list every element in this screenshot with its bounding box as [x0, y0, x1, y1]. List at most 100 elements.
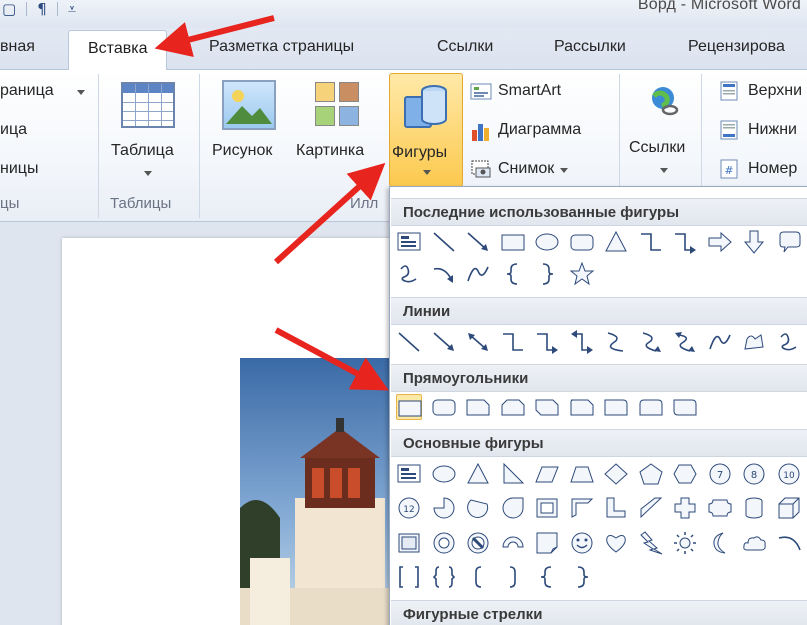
- lbrace-shape-icon[interactable]: [500, 261, 526, 287]
- r_sniprnd-shape-icon[interactable]: [569, 394, 595, 420]
- cube-shape-icon[interactable]: [776, 495, 802, 521]
- diagstripe-shape-icon[interactable]: [638, 495, 664, 521]
- footer-button[interactable]: Нижни: [720, 120, 797, 140]
- r_rnddiag-shape-icon[interactable]: [672, 394, 698, 420]
- smartart-button[interactable]: SmartArt: [470, 81, 561, 101]
- rect-shape-icon[interactable]: [396, 394, 422, 420]
- lshape-shape-icon[interactable]: [603, 495, 629, 521]
- tab-mailings[interactable]: Рассылки: [554, 38, 626, 56]
- scribble-shape-icon[interactable]: [776, 329, 802, 355]
- textbox-shape-icon[interactable]: [396, 461, 422, 487]
- dblbracket-shape-icon[interactable]: [396, 564, 422, 590]
- lighthouse-photo[interactable]: [240, 358, 400, 625]
- roundrect-shape-icon[interactable]: [569, 229, 595, 255]
- triangle-shape-icon[interactable]: [465, 461, 491, 487]
- table-button[interactable]: Таблица: [111, 142, 174, 160]
- cloud-shape-icon[interactable]: [741, 530, 767, 556]
- clipart-button[interactable]: Картинка: [296, 142, 364, 160]
- halfframe-shape-icon[interactable]: [569, 495, 595, 521]
- lbracket-shape-icon[interactable]: [465, 564, 491, 590]
- shapes-button[interactable]: Фигуры: [389, 73, 463, 187]
- moon-shape-icon[interactable]: [707, 530, 733, 556]
- hept-shape-icon[interactable]: 7: [707, 461, 733, 487]
- elbowarrow-shape-icon[interactable]: [534, 329, 560, 355]
- plus-shape-icon[interactable]: [672, 495, 698, 521]
- picture-button[interactable]: Рисунок: [212, 142, 272, 160]
- dec-shape-icon[interactable]: 10: [776, 461, 802, 487]
- ellipse-shape-icon[interactable]: [534, 229, 560, 255]
- rect-shape-icon[interactable]: [500, 229, 526, 255]
- lightning-shape-icon[interactable]: [638, 530, 664, 556]
- page-number-button[interactable]: # Номер: [720, 159, 797, 179]
- ribbon-cover-page[interactable]: раница: [0, 82, 54, 100]
- rarrow-shape-icon[interactable]: [707, 229, 733, 255]
- line-shape-icon[interactable]: [396, 329, 422, 355]
- curveconn-shape-icon[interactable]: [603, 329, 629, 355]
- tab-insert[interactable]: Вставка: [68, 30, 168, 71]
- elbow-shape-icon[interactable]: [500, 329, 526, 355]
- parallelogram-shape-icon[interactable]: [534, 461, 560, 487]
- plaque-shape-icon[interactable]: [707, 495, 733, 521]
- darrow-shape-icon[interactable]: [741, 229, 767, 255]
- curve-shape-icon[interactable]: [707, 329, 733, 355]
- picture-icon[interactable]: [222, 80, 276, 130]
- table-dropdown-icon[interactable]: [144, 171, 152, 176]
- frame-shape-icon[interactable]: [534, 495, 560, 521]
- lbrace-shape-icon[interactable]: [534, 564, 560, 590]
- rtri-shape-icon[interactable]: [500, 461, 526, 487]
- heart-shape-icon[interactable]: [603, 530, 629, 556]
- ribbon-blank-page[interactable]: ица: [0, 121, 27, 139]
- donut-shape-icon[interactable]: [431, 530, 457, 556]
- arrowline-shape-icon[interactable]: [465, 229, 491, 255]
- arc-shape-icon[interactable]: [776, 530, 802, 556]
- save-icon[interactable]: ▢: [2, 0, 16, 18]
- dodec-shape-icon[interactable]: 12: [396, 495, 422, 521]
- curvedbl-shape-icon[interactable]: [672, 329, 698, 355]
- curvearrow-shape-icon[interactable]: [431, 261, 457, 287]
- customize-qat-icon[interactable]: ⩡: [68, 0, 76, 18]
- diamond-shape-icon[interactable]: [603, 461, 629, 487]
- dblbrace-shape-icon[interactable]: [431, 564, 457, 590]
- paragraph-mark-icon[interactable]: ¶: [37, 0, 47, 18]
- elbowarrow-shape-icon[interactable]: [672, 229, 698, 255]
- textbox-shape-icon[interactable]: [396, 229, 422, 255]
- r_snipsame-shape-icon[interactable]: [500, 394, 526, 420]
- star-shape-icon[interactable]: [569, 261, 595, 287]
- dblarrow-shape-icon[interactable]: [465, 329, 491, 355]
- table-icon[interactable]: [121, 82, 175, 128]
- screenshot-button[interactable]: Снимок: [470, 159, 569, 179]
- clipart-icon[interactable]: [315, 82, 361, 128]
- rbrace-shape-icon[interactable]: [569, 564, 595, 590]
- rbrace-shape-icon[interactable]: [534, 261, 560, 287]
- hexagon-shape-icon[interactable]: [672, 461, 698, 487]
- links-button[interactable]: Ссылки: [629, 139, 685, 157]
- links-icon[interactable]: [648, 84, 682, 118]
- elbow-shape-icon[interactable]: [638, 229, 664, 255]
- pie-shape-icon[interactable]: [431, 495, 457, 521]
- can-shape-icon[interactable]: [741, 495, 767, 521]
- cover-page-dropdown-icon[interactable]: [77, 90, 85, 95]
- rbracket-shape-icon[interactable]: [500, 564, 526, 590]
- r_rnd1-shape-icon[interactable]: [603, 394, 629, 420]
- chart-button[interactable]: Диаграмма: [470, 120, 581, 141]
- chord-shape-icon[interactable]: [465, 495, 491, 521]
- folded-shape-icon[interactable]: [534, 530, 560, 556]
- r_snip-shape-icon[interactable]: [465, 394, 491, 420]
- r_rnd2-shape-icon[interactable]: [638, 394, 664, 420]
- curvearrow2-shape-icon[interactable]: [638, 329, 664, 355]
- ellipse-shape-icon[interactable]: [431, 461, 457, 487]
- pentagon-shape-icon[interactable]: [638, 461, 664, 487]
- freeform-shape-icon[interactable]: [741, 329, 767, 355]
- noSymbol-shape-icon[interactable]: [465, 530, 491, 556]
- curve-shape-icon[interactable]: [465, 261, 491, 287]
- tab-references[interactable]: Ссылки: [437, 38, 493, 56]
- callout-shape-icon[interactable]: [776, 229, 802, 255]
- sun-shape-icon[interactable]: [672, 530, 698, 556]
- arrowline-shape-icon[interactable]: [431, 329, 457, 355]
- trapezoid-shape-icon[interactable]: [569, 461, 595, 487]
- ribbon-page-break[interactable]: ницы: [0, 160, 38, 178]
- tab-page-layout[interactable]: Разметка страницы: [209, 38, 354, 56]
- elbowdbl-shape-icon[interactable]: [569, 329, 595, 355]
- line-shape-icon[interactable]: [431, 229, 457, 255]
- scribble-shape-icon[interactable]: [396, 261, 422, 287]
